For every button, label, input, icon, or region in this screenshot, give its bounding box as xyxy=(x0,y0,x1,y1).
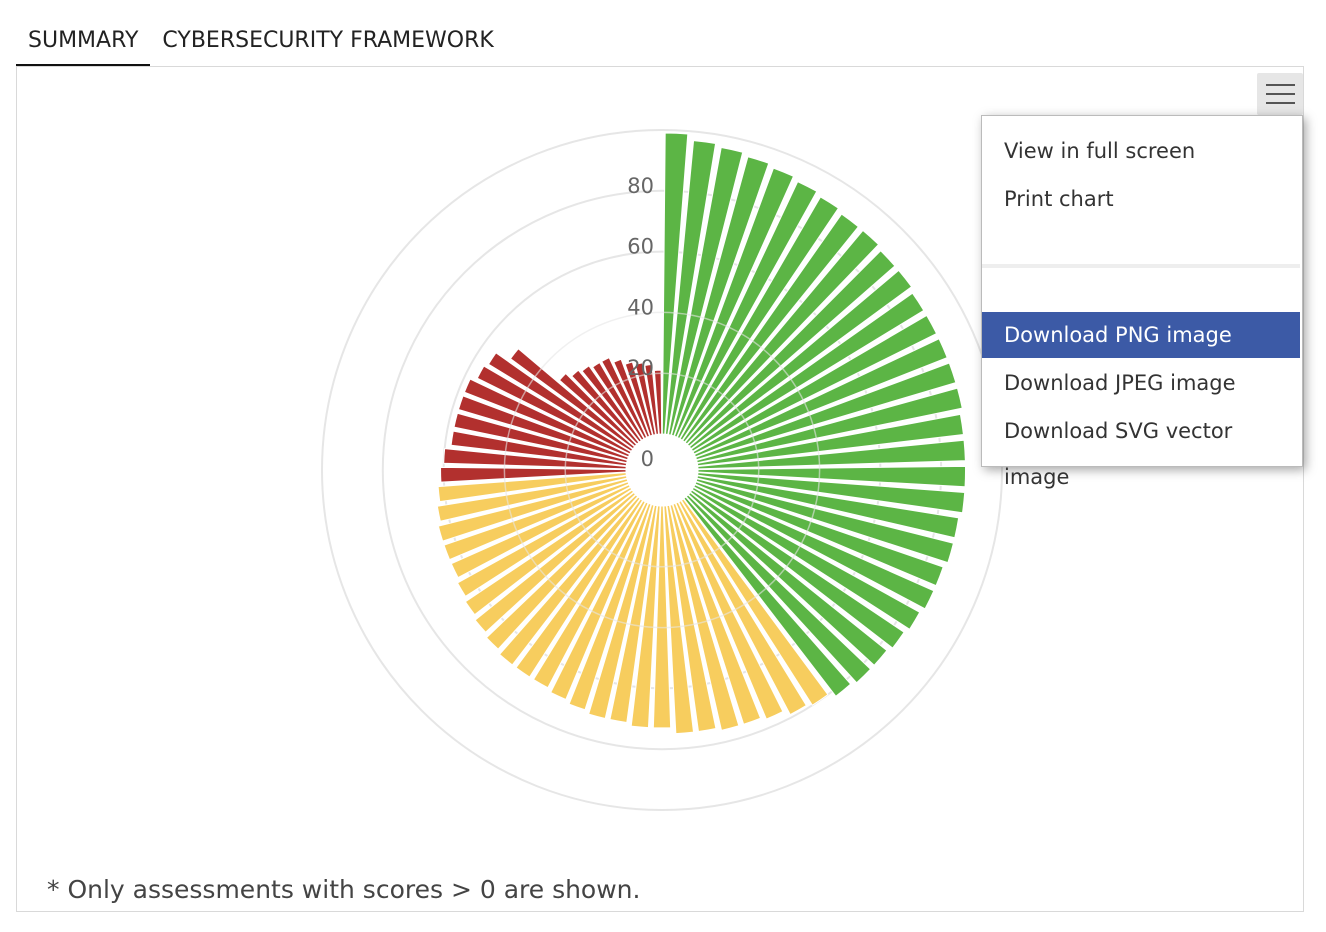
tab-bar: SUMMARY CYBERSECURITY FRAMEWORK xyxy=(16,22,506,66)
radial-tick-label: 80 xyxy=(627,174,654,198)
menu-download-svg[interactable]: Download SVG vector image xyxy=(982,408,1300,489)
chart-menu-button[interactable] xyxy=(1257,73,1303,115)
menu-download-png[interactable]: Download PNG image xyxy=(982,312,1300,358)
tab-summary[interactable]: SUMMARY xyxy=(16,22,151,66)
menu-view-full-screen[interactable]: View in full screen xyxy=(982,128,1300,174)
radial-tick-label: 60 xyxy=(627,235,654,259)
tab-cybersecurity-framework[interactable]: CYBERSECURITY FRAMEWORK xyxy=(150,22,505,64)
radial-tick-label: 0 xyxy=(641,447,654,471)
radial-tick-label: 40 xyxy=(627,295,654,319)
menu-print-chart[interactable]: Print chart xyxy=(982,176,1300,222)
hamburger-menu-icon xyxy=(1266,84,1295,86)
footnote: * Only assessments with scores > 0 are s… xyxy=(47,875,641,904)
menu-separator xyxy=(982,264,1300,268)
export-menu: View in full screen Print chart Download… xyxy=(981,115,1303,489)
radial-tick-label: 20 xyxy=(627,356,654,380)
chart-panel: 0 20 40 60 80 View in full screen Print char… xyxy=(16,66,1304,912)
menu-download-jpeg[interactable]: Download JPEG image xyxy=(982,360,1300,406)
